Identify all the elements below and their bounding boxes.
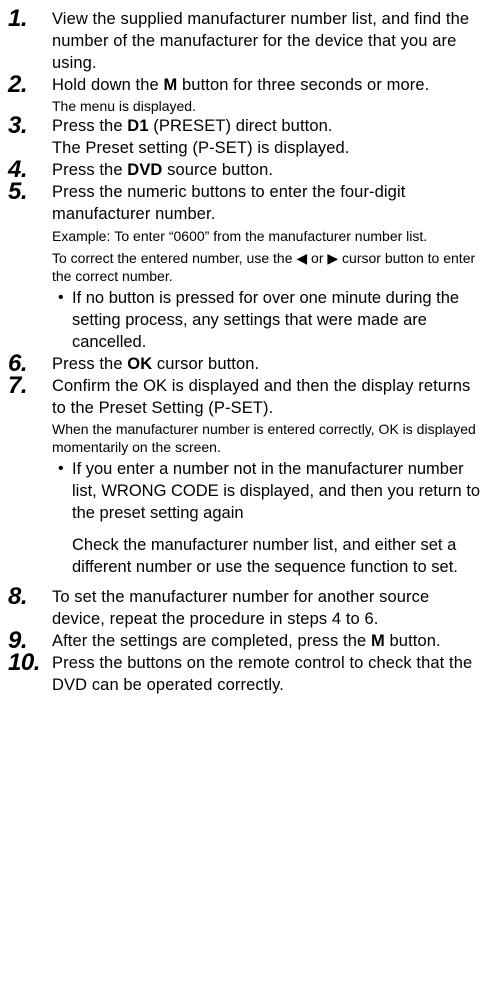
example-text: To enter “0600” from the manufacturer nu… xyxy=(114,228,428,244)
step-9: 9. After the settings are completed, pre… xyxy=(8,629,485,653)
step-text: After the settings are completed, press … xyxy=(52,632,441,650)
left-arrow-icon: ◀ xyxy=(296,250,308,266)
step-text: To set the manufacturer number for anoth… xyxy=(52,588,430,628)
step-number: 3. xyxy=(8,112,28,139)
step-5: 5. Press the numeric buttons to enter th… xyxy=(8,178,485,353)
bullet-text: If no button is pressed for over one min… xyxy=(72,289,460,351)
ok-button-label: OK xyxy=(127,355,153,373)
d1-button-label: D1 xyxy=(127,117,149,135)
step-number: 5. xyxy=(8,178,28,205)
step-text: Press the D1 (PRESET) direct button. xyxy=(52,117,333,135)
bullet-item: • If no button is pressed for over one m… xyxy=(58,287,485,353)
dvd-button-label: DVD xyxy=(127,161,163,179)
step-number: 10. xyxy=(8,649,40,676)
bullet-icon: • xyxy=(58,460,64,477)
step-number: 1. xyxy=(8,5,28,32)
right-arrow-icon: ▶ xyxy=(327,250,339,266)
step-result: The Preset setting (P-SET) is displayed. xyxy=(52,139,350,157)
step-4: 4. Press the DVD source button. xyxy=(8,158,485,182)
step-text: Press the OK cursor button. xyxy=(52,355,260,373)
m-button-label: M xyxy=(163,76,178,94)
example: Example: To enter “0600” from the manufa… xyxy=(52,227,485,245)
bullet-icon: • xyxy=(58,289,64,306)
followup-paragraph: Check the manufacturer number list, and … xyxy=(72,536,458,576)
step-text: View the supplied manufacturer number li… xyxy=(52,10,470,72)
step-2: 2. Hold down the M button for three seco… xyxy=(8,71,485,115)
correction-note: To correct the entered number, use the ◀… xyxy=(52,250,476,284)
step-note: When the manufacturer number is entered … xyxy=(52,421,476,455)
step-text: Hold down the M button for three seconds… xyxy=(52,76,430,94)
step-number: 8. xyxy=(8,583,28,610)
step-text: Confirm the OK is displayed and then the… xyxy=(52,377,471,417)
step-text: Press the numeric buttons to enter the f… xyxy=(52,183,406,223)
step-3: 3. Press the D1 (PRESET) direct button. … xyxy=(8,112,485,159)
example-label: Example: xyxy=(52,228,111,244)
step-note: The menu is displayed. xyxy=(52,98,196,114)
step-text: Press the DVD source button. xyxy=(52,161,274,179)
step-7: 7. Confirm the OK is displayed and then … xyxy=(8,372,485,578)
step-number: 7. xyxy=(8,372,28,399)
bullet-text: If you enter a number not in the manufac… xyxy=(72,460,481,522)
step-number: 2. xyxy=(8,71,28,98)
step-6: 6. Press the OK cursor button. xyxy=(8,352,485,376)
m-button-label: M xyxy=(370,632,385,650)
step-10: 10. Press the buttons on the remote cont… xyxy=(8,649,485,696)
instruction-page: 1. View the supplied manufacturer number… xyxy=(0,0,495,990)
bullet-item: • If you enter a number not in the manuf… xyxy=(58,458,485,524)
step-1: 1. View the supplied manufacturer number… xyxy=(8,5,485,74)
step-text: Press the buttons on the remote control … xyxy=(52,654,473,694)
step-8: 8. To set the manufacturer number for an… xyxy=(8,583,485,630)
